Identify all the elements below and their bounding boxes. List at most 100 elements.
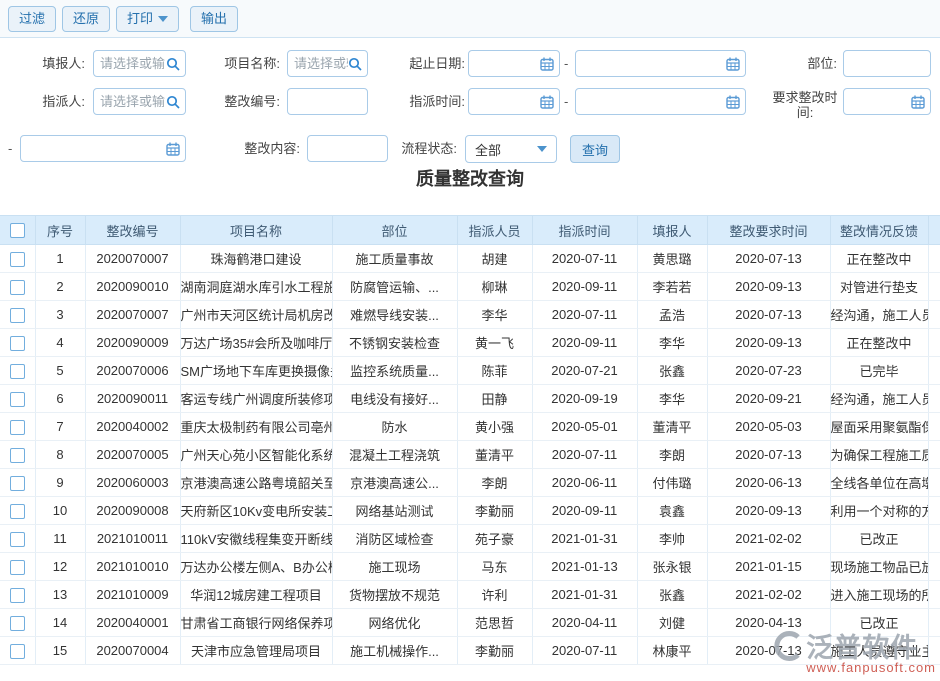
- part-input[interactable]: [850, 56, 925, 71]
- assign-time-to-input[interactable]: [582, 94, 726, 109]
- require-time-input[interactable]: [850, 94, 911, 109]
- assignee-link[interactable]: 田静: [457, 385, 532, 413]
- code-link[interactable]: 2020070007: [85, 301, 180, 329]
- code-link[interactable]: 2020040002: [85, 413, 180, 441]
- flow-status-select[interactable]: 全部: [465, 135, 557, 163]
- project-link[interactable]: 万达广场35#会所及咖啡厅装修: [180, 329, 332, 357]
- filter-button[interactable]: 过滤: [8, 6, 56, 32]
- code-link[interactable]: 2020090008: [85, 497, 180, 525]
- code-link[interactable]: 2020090010: [85, 273, 180, 301]
- assignee-link[interactable]: 柳琳: [457, 273, 532, 301]
- row-checkbox[interactable]: [10, 252, 25, 267]
- project-link[interactable]: 万达办公楼左侧A、B办公楼: [180, 553, 332, 581]
- row-checkbox[interactable]: [10, 504, 25, 519]
- row-checkbox[interactable]: [10, 476, 25, 491]
- restore-button[interactable]: 还原: [62, 6, 110, 32]
- reporter-link[interactable]: 孟浩: [637, 301, 707, 329]
- reporter-link[interactable]: 张永银: [637, 553, 707, 581]
- row-checkbox[interactable]: [10, 308, 25, 323]
- calendar-icon[interactable]: [166, 142, 180, 156]
- date-from-input[interactable]: [475, 56, 540, 71]
- reporter-link[interactable]: 黄思璐: [637, 245, 707, 273]
- assignee-link[interactable]: 李华: [457, 301, 532, 329]
- code-link[interactable]: 2020060003: [85, 469, 180, 497]
- content-field[interactable]: [307, 135, 388, 162]
- project-link[interactable]: 110kV安徽线程集变开断线工程: [180, 525, 332, 553]
- code-link[interactable]: 2020070006: [85, 357, 180, 385]
- project-link[interactable]: 华润12城房建工程项目: [180, 581, 332, 609]
- code-link[interactable]: 2020070004: [85, 637, 180, 665]
- assignee-link[interactable]: 许利: [457, 581, 532, 609]
- part-field[interactable]: [843, 50, 931, 77]
- code-link[interactable]: 2021010011: [85, 525, 180, 553]
- project-link[interactable]: 天津市应急管理局项目: [180, 637, 332, 665]
- code-link[interactable]: 2021010009: [85, 581, 180, 609]
- assignee-link[interactable]: 陈菲: [457, 357, 532, 385]
- require-time-field[interactable]: [843, 88, 931, 115]
- reporter-link[interactable]: 李朗: [637, 441, 707, 469]
- row-checkbox[interactable]: [10, 448, 25, 463]
- reporter-input[interactable]: [100, 56, 166, 71]
- project-link[interactable]: 广州市天河区统计局机房改造: [180, 301, 332, 329]
- assign-time-from-field[interactable]: [468, 88, 560, 115]
- reporter-link[interactable]: 张鑫: [637, 357, 707, 385]
- assign-time-from-input[interactable]: [475, 94, 540, 109]
- project-link[interactable]: 甘肃省工商银行网络保养项目: [180, 609, 332, 637]
- project-link[interactable]: SM广场地下车库更换摄像头: [180, 357, 332, 385]
- search-icon[interactable]: [166, 57, 180, 71]
- reporter-link[interactable]: 袁鑫: [637, 497, 707, 525]
- search-icon[interactable]: [348, 57, 362, 71]
- calendar-icon[interactable]: [540, 57, 554, 71]
- row-checkbox[interactable]: [10, 336, 25, 351]
- calendar-icon[interactable]: [911, 95, 925, 109]
- assignee-link[interactable]: 苑子豪: [457, 525, 532, 553]
- reporter-field[interactable]: [93, 50, 186, 77]
- row-checkbox[interactable]: [10, 560, 25, 575]
- date-to-input[interactable]: [582, 56, 726, 71]
- select-all-checkbox[interactable]: [10, 223, 25, 238]
- row-checkbox[interactable]: [10, 588, 25, 603]
- content-input[interactable]: [314, 141, 382, 156]
- calendar-icon[interactable]: [540, 95, 554, 109]
- project-link[interactable]: 珠海鹤港口建设: [180, 245, 332, 273]
- row-checkbox[interactable]: [10, 364, 25, 379]
- require-time-to-field[interactable]: [20, 135, 186, 162]
- row-checkbox[interactable]: [10, 644, 25, 659]
- project-link[interactable]: 京港澳高速公路粤境韶关至广州: [180, 469, 332, 497]
- code-link[interactable]: 2020090009: [85, 329, 180, 357]
- code-link[interactable]: 2020070007: [85, 245, 180, 273]
- assigner-field[interactable]: [93, 88, 186, 115]
- rect-code-field[interactable]: [287, 88, 368, 115]
- assigner-input[interactable]: [100, 94, 166, 109]
- code-link[interactable]: 2020040001: [85, 609, 180, 637]
- print-button[interactable]: 打印: [116, 6, 179, 32]
- assignee-link[interactable]: 李勤丽: [457, 637, 532, 665]
- assignee-link[interactable]: 黄一飞: [457, 329, 532, 357]
- calendar-icon[interactable]: [726, 57, 740, 71]
- reporter-link[interactable]: 刘健: [637, 609, 707, 637]
- reporter-link[interactable]: 李华: [637, 329, 707, 357]
- assignee-link[interactable]: 马东: [457, 553, 532, 581]
- search-button[interactable]: 查询: [570, 135, 620, 163]
- calendar-icon[interactable]: [726, 95, 740, 109]
- require-time-to-input[interactable]: [27, 141, 166, 156]
- project-link[interactable]: 客运专线广州调度所装修项目: [180, 385, 332, 413]
- assign-time-to-field[interactable]: [575, 88, 746, 115]
- code-link[interactable]: 2020090011: [85, 385, 180, 413]
- assignee-link[interactable]: 李朗: [457, 469, 532, 497]
- row-checkbox[interactable]: [10, 420, 25, 435]
- reporter-link[interactable]: 李帅: [637, 525, 707, 553]
- date-to-field[interactable]: [575, 50, 746, 77]
- project-field[interactable]: [287, 50, 368, 77]
- assignee-link[interactable]: 胡建: [457, 245, 532, 273]
- project-link[interactable]: 天府新区10Kv变电所安装工程: [180, 497, 332, 525]
- assignee-link[interactable]: 李勤丽: [457, 497, 532, 525]
- code-link[interactable]: 2021010010: [85, 553, 180, 581]
- row-checkbox[interactable]: [10, 280, 25, 295]
- reporter-link[interactable]: 付伟璐: [637, 469, 707, 497]
- assignee-link[interactable]: 黄小强: [457, 413, 532, 441]
- row-checkbox[interactable]: [10, 616, 25, 631]
- assignee-link[interactable]: 董清平: [457, 441, 532, 469]
- row-checkbox[interactable]: [10, 392, 25, 407]
- project-link[interactable]: 广州天心苑小区智能化系统工程: [180, 441, 332, 469]
